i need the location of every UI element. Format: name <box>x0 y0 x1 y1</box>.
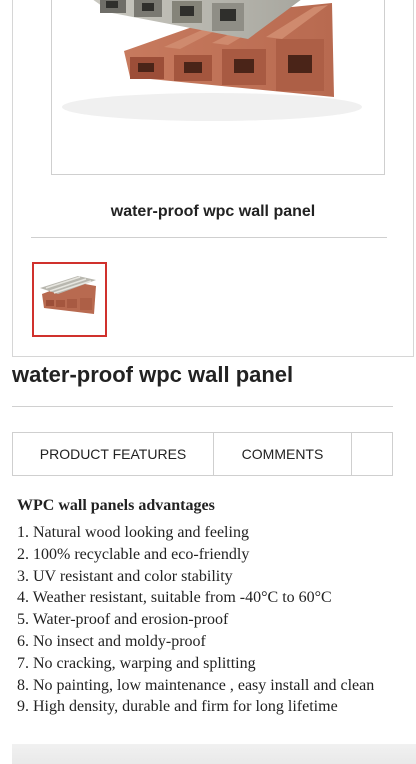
list-item: 6. No insect and moldy-proof <box>17 632 206 650</box>
product-gallery: water-proof wpc wall panel <box>12 0 414 357</box>
tab-extra[interactable] <box>352 433 392 475</box>
list-item: 8. No painting, low maintenance , easy i… <box>17 676 375 694</box>
gallery-divider <box>31 237 387 238</box>
list-item: 1. Natural wood looking and feeling <box>17 524 249 541</box>
product-features-content: WPC wall panels advantages 1. Natural wo… <box>17 495 407 718</box>
gallery-caption: water-proof wpc wall panel <box>110 203 316 220</box>
next-section-edge <box>12 744 416 764</box>
list-item: 9. High density, durable and firm for lo… <box>17 698 338 716</box>
thumbnail-image-selected[interactable] <box>32 262 107 337</box>
advantages-list: 1. Natural wood looking and feeling 2. 1… <box>17 522 407 718</box>
product-title: water-proof wpc wall panel <box>12 362 294 387</box>
list-item: 7. No cracking, warping and splitting <box>17 654 256 672</box>
title-divider <box>12 406 393 407</box>
product-thumbnail-icon <box>40 276 96 314</box>
list-item: 5. Water-proof and erosion-proof <box>17 611 229 629</box>
list-item: 3. UV resistant and color stability <box>17 567 233 585</box>
list-item: 4. Weather resistant, suitable from -40°… <box>17 589 332 607</box>
tab-product-features[interactable]: PRODUCT FEATURES <box>13 433 214 475</box>
list-item: 2. 100% recyclable and eco-friendly <box>17 545 250 563</box>
wpc-panel-image <box>62 0 362 121</box>
features-heading: WPC wall panels advantages <box>17 497 215 514</box>
product-tabs: PRODUCT FEATURES COMMENTS <box>12 432 393 476</box>
main-product-image[interactable] <box>51 0 385 175</box>
tab-comments[interactable]: COMMENTS <box>214 433 352 475</box>
